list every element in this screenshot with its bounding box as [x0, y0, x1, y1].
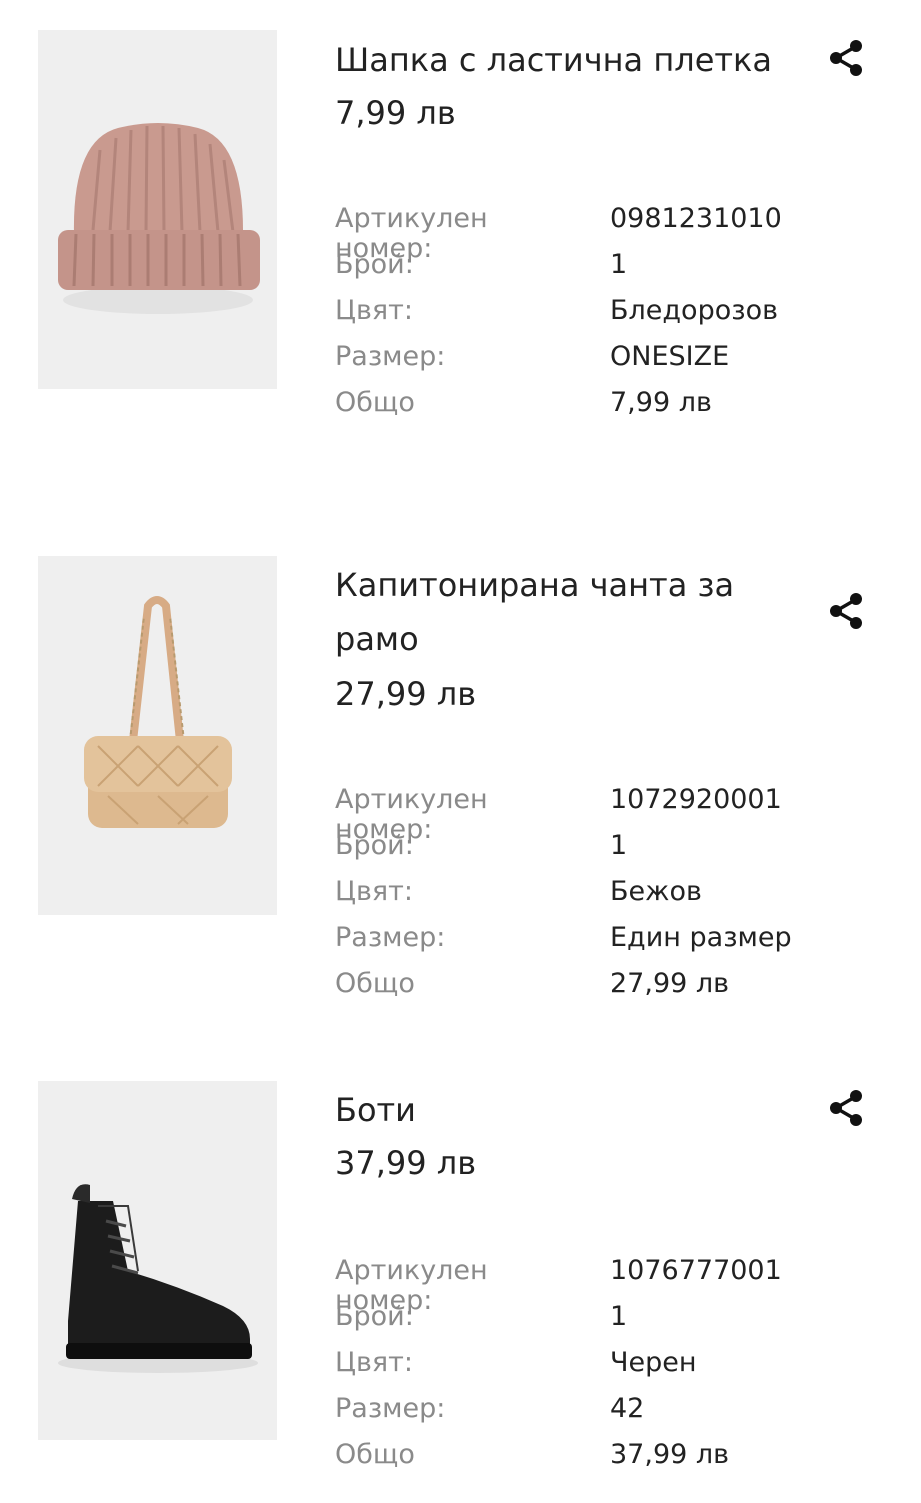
detail-quantity: Брой: 1	[335, 248, 855, 294]
product-title[interactable]: Капитонирана чанта за рамо	[335, 558, 825, 666]
product-image-boots[interactable]	[38, 1081, 277, 1440]
article-number-label: Артикулен	[335, 784, 488, 815]
detail-total: Общо 37,99 лв	[335, 1438, 855, 1484]
share-icon	[830, 1090, 862, 1126]
total-value: 37,99 лв	[610, 1439, 730, 1470]
size-label: Размер:	[335, 922, 446, 953]
detail-size: Размер: ONESIZE	[335, 340, 855, 386]
size-value: Един размер	[610, 922, 792, 953]
detail-article-number: Артикулен номер: 1076777001	[335, 1254, 855, 1316]
product-title[interactable]: Боти	[335, 1083, 825, 1137]
quantity-value: 1	[610, 1301, 628, 1332]
total-label: Общо	[335, 1439, 415, 1470]
quantity-value: 1	[610, 249, 628, 280]
product-image-bag[interactable]	[38, 556, 277, 915]
detail-total: Общо 7,99 лв	[335, 386, 855, 432]
article-number-value: 1076777001	[610, 1255, 782, 1286]
total-label: Общо	[335, 968, 415, 999]
detail-quantity: Брой: 1	[335, 1300, 855, 1346]
color-value: Бледорозов	[610, 295, 779, 326]
article-number-value: 1072920001	[610, 784, 782, 815]
color-value: Черен	[610, 1347, 697, 1378]
color-label: Цвят:	[335, 876, 413, 907]
product-details: Артикулен номер: 0981231010 Брой: 1 Цвят…	[335, 202, 855, 432]
boots-image	[38, 1081, 277, 1440]
total-value: 27,99 лв	[610, 968, 730, 999]
detail-size: Размер: Един размер	[335, 921, 855, 967]
product-title[interactable]: Шапка с ластична плетка	[335, 33, 825, 87]
size-label: Размер:	[335, 341, 446, 372]
quantity-label: Брой:	[335, 249, 414, 280]
product-details: Артикулен номер: 1076777001 Брой: 1 Цвят…	[335, 1254, 855, 1484]
detail-article-number: Артикулен номер: 0981231010	[335, 202, 855, 264]
color-label: Цвят:	[335, 1347, 413, 1378]
detail-total: Общо 27,99 лв	[335, 967, 855, 1013]
share-button[interactable]	[826, 1088, 866, 1128]
size-label: Размер:	[335, 1393, 446, 1424]
total-label: Общо	[335, 387, 415, 418]
share-icon	[830, 40, 862, 76]
product-price: 27,99 лв	[335, 675, 477, 713]
color-value: Бежов	[610, 876, 702, 907]
share-button[interactable]	[826, 591, 866, 631]
product-image-beanie[interactable]	[38, 30, 277, 389]
bag-image	[38, 556, 277, 915]
share-icon	[830, 593, 862, 629]
product-price: 7,99 лв	[335, 94, 456, 132]
color-label: Цвят:	[335, 295, 413, 326]
detail-color: Цвят: Бледорозов	[335, 294, 855, 340]
total-value: 7,99 лв	[610, 387, 712, 418]
detail-quantity: Брой: 1	[335, 829, 855, 875]
detail-article-number: Артикулен номер: 1072920001	[335, 783, 855, 845]
detail-color: Цвят: Черен	[335, 1346, 855, 1392]
quantity-label: Брой:	[335, 1301, 414, 1332]
size-value: 42	[610, 1393, 645, 1424]
beanie-image	[38, 30, 277, 389]
article-number-value: 0981231010	[610, 203, 782, 234]
product-details: Артикулен номер: 1072920001 Брой: 1 Цвят…	[335, 783, 855, 1013]
article-number-label: Артикулен	[335, 1255, 488, 1286]
article-number-label: Артикулен	[335, 203, 488, 234]
detail-color: Цвят: Бежов	[335, 875, 855, 921]
detail-size: Размер: 42	[335, 1392, 855, 1438]
share-button[interactable]	[826, 38, 866, 78]
size-value: ONESIZE	[610, 341, 730, 372]
product-price: 37,99 лв	[335, 1144, 477, 1182]
quantity-value: 1	[610, 830, 628, 861]
quantity-label: Брой:	[335, 830, 414, 861]
